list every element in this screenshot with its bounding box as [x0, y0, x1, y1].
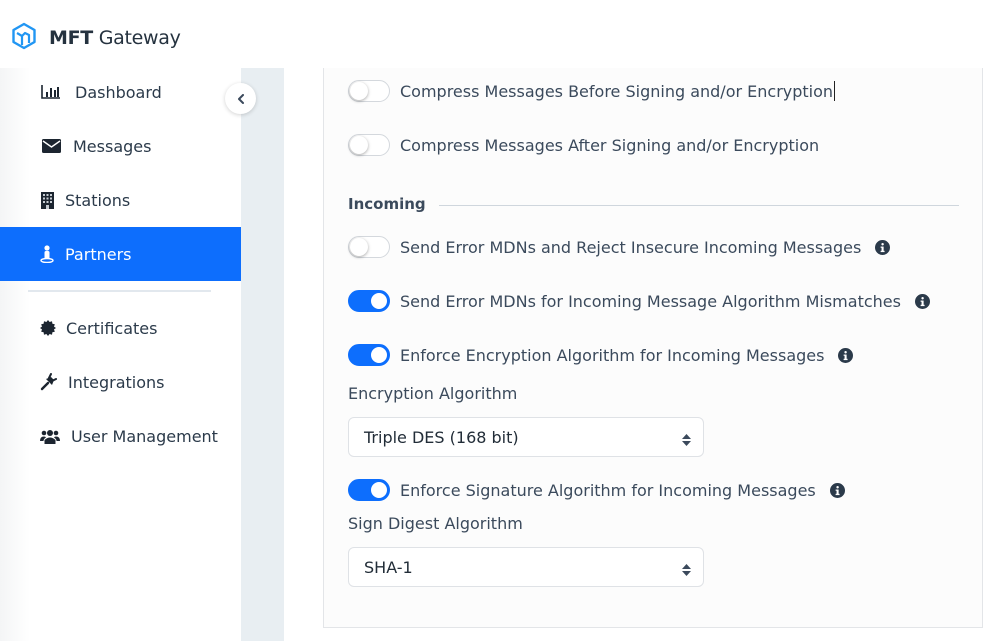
app-title: MFT Gateway — [49, 27, 181, 49]
hexagon-logo-icon — [11, 22, 37, 54]
partner-settings-card: Compress Messages Before Signing and/or … — [323, 68, 983, 628]
compress-after-toggle[interactable] — [348, 134, 390, 156]
sidebar-item-label: Stations — [65, 190, 131, 210]
text-cursor — [834, 81, 836, 101]
reject-insecure-toggle[interactable] — [348, 236, 390, 258]
bar-chart-icon — [40, 85, 62, 99]
algorithm-mismatch-toggle[interactable] — [348, 290, 390, 312]
setting-label: Compress Messages Before Signing and/or … — [400, 81, 834, 101]
sidebar-item-stations[interactable]: Stations — [0, 173, 241, 227]
info-icon[interactable] — [875, 239, 891, 255]
brand-logo[interactable]: MFT Gateway — [11, 22, 181, 54]
sidebar-item-user-management[interactable]: User Management — [0, 409, 241, 463]
content-gutter — [241, 68, 284, 641]
certificate-icon — [40, 320, 56, 336]
sidebar-item-dashboard[interactable]: Dashboard — [0, 65, 241, 119]
select-value: Triple DES (168 bit) — [364, 427, 519, 447]
sidebar-item-label: Messages — [73, 136, 152, 156]
enforce-encryption-toggle[interactable] — [348, 344, 390, 366]
chevron-left-icon — [237, 89, 245, 108]
setting-label: Send Error MDNs and Reject Insecure Inco… — [400, 237, 862, 257]
section-divider — [439, 205, 959, 206]
collapse-sidebar-button[interactable] — [225, 83, 256, 114]
main-content: Compress Messages Before Signing and/or … — [284, 68, 996, 641]
incoming-section-title: Incoming — [348, 195, 426, 213]
sidebar-item-label: Integrations — [68, 372, 165, 392]
user-pin-icon — [40, 245, 54, 263]
setting-label: Compress Messages After Signing and/or E… — [400, 135, 820, 155]
setting-enforce-signature: Enforce Signature Algorithm for Incoming… — [348, 479, 845, 501]
sidebar-item-integrations[interactable]: Integrations — [0, 355, 241, 409]
setting-enforce-encryption: Enforce Encryption Algorithm for Incomin… — [348, 344, 854, 366]
sidebar-divider — [28, 290, 211, 292]
sidebar-item-label: Certificates — [66, 318, 158, 338]
sort-caret-icon — [682, 431, 691, 450]
setting-label: Enforce Encryption Algorithm for Incomin… — [400, 345, 825, 365]
setting-label: Send Error MDNs for Incoming Message Alg… — [400, 291, 901, 311]
select-value: SHA-1 — [364, 557, 413, 577]
encryption-algorithm-label: Encryption Algorithm — [348, 384, 518, 403]
info-icon[interactable] — [838, 347, 854, 363]
sidebar-item-label: User Management — [71, 426, 218, 446]
sidebar-item-certificates[interactable]: Certificates — [0, 301, 241, 355]
setting-algorithm-mismatch: Send Error MDNs for Incoming Message Alg… — [348, 290, 930, 312]
encryption-algorithm-select[interactable]: Triple DES (168 bit) — [348, 417, 704, 457]
sort-caret-icon — [682, 561, 691, 580]
plug-icon — [40, 373, 58, 391]
envelope-icon — [40, 139, 62, 153]
sign-digest-algorithm-select[interactable]: SHA-1 — [348, 547, 704, 587]
sign-digest-algorithm-label: Sign Digest Algorithm — [348, 514, 523, 533]
setting-compress-after: Compress Messages After Signing and/or E… — [348, 134, 819, 156]
app-header: MFT Gateway — [0, 0, 996, 68]
sidebar: Dashboard Messages Stations Partners Cer… — [0, 68, 241, 641]
setting-compress-before: Compress Messages Before Signing and/or … — [348, 80, 836, 102]
users-icon — [40, 429, 60, 444]
building-icon — [40, 191, 54, 209]
setting-reject-insecure: Send Error MDNs and Reject Insecure Inco… — [348, 236, 891, 258]
enforce-signature-toggle[interactable] — [348, 479, 390, 501]
sidebar-item-label: Dashboard — [75, 82, 162, 102]
sidebar-item-partners[interactable]: Partners — [0, 227, 241, 281]
info-icon[interactable] — [829, 482, 845, 498]
compress-before-toggle[interactable] — [348, 80, 390, 102]
sidebar-item-label: Partners — [65, 244, 132, 264]
sidebar-item-messages[interactable]: Messages — [0, 119, 241, 173]
setting-label: Enforce Signature Algorithm for Incoming… — [400, 480, 816, 500]
info-icon[interactable] — [914, 293, 930, 309]
